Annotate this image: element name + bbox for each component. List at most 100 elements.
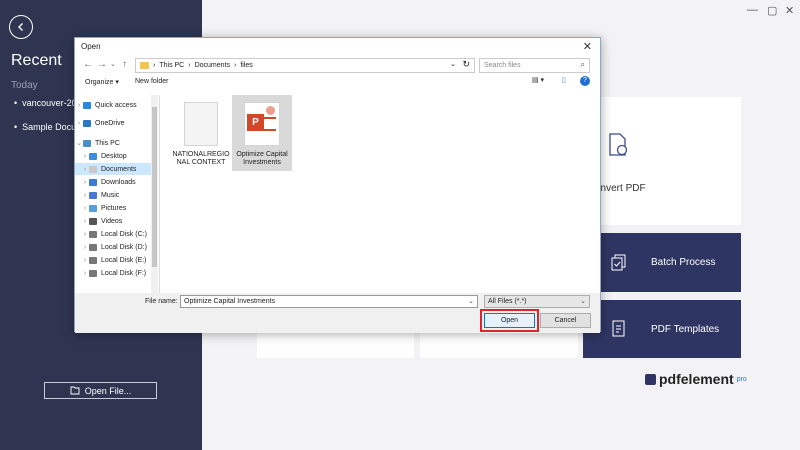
nav-this-pc[interactable]: ⌄ This PC [75,137,158,149]
view-options-icon[interactable]: ▤ ▾ [532,76,544,84]
minimize-button[interactable]: — [747,4,758,16]
convert-pdf-icon [609,133,628,156]
nav-downloads[interactable]: › Downloads [75,176,158,188]
preview-pane-icon[interactable]: ▯ [562,76,566,84]
pdf-templates-card[interactable]: PDF Templates [583,300,741,358]
recent-title: Recent [11,52,62,69]
quick-access-star-icon [83,101,91,109]
open-file-label: Open File... [84,385,132,396]
nav-desktop[interactable]: › Desktop [75,150,158,162]
pdf-templates-icon [612,320,625,337]
batch-process-card[interactable]: Batch Process [583,233,741,292]
back-nav-icon[interactable]: ← [83,59,93,70]
drive-icon [89,269,97,277]
pictures-icon [89,204,97,212]
videos-icon [89,217,97,225]
organize-button[interactable]: Organize ▾ [85,78,119,86]
search-icon: ⌕ [580,60,585,69]
file-item[interactable]: NATIONALREGIO NAL CONTEXT [171,95,231,171]
nav-local-disk-c[interactable]: › Local Disk (C:) [75,228,158,240]
breadcrumb-this-pc[interactable]: This PC [159,62,184,69]
file-list: NATIONALREGIO NAL CONTEXT P Optimize Cap… [163,95,591,293]
pdfelement-logo-icon [645,373,656,385]
open-button[interactable]: Open [484,313,535,328]
nav-quick-access[interactable]: › Quick access [75,99,158,111]
desktop-icon [89,152,97,160]
back-arrow-icon [18,23,23,31]
downloads-icon [89,178,97,186]
up-folder-icon[interactable]: ↑ [122,59,127,70]
recent-file-item[interactable]: vancouver-20 [14,98,77,108]
chevron-down-icon[interactable]: ⌄ [580,297,586,305]
cancel-button[interactable]: Cancel [540,313,591,328]
dialog-footer: File name: Optimize Capital Investments … [75,293,600,333]
back-button[interactable] [9,15,33,39]
logo-suffix: pro [736,375,747,383]
ppt-badge: P [247,114,264,131]
toolbar: Organize ▾ New folder ▤ ▾ ▯ ? [75,76,600,90]
breadcrumb-sep-icon: › [153,62,156,69]
drive-icon [89,256,97,264]
nav-documents[interactable]: › Documents [75,163,158,175]
new-folder-button[interactable]: New folder [135,78,168,85]
file-name: NAL CONTEXT [176,159,226,166]
chevron-down-icon[interactable]: ⌄ [468,297,474,305]
recent-file-item[interactable]: Sample Docu [14,122,76,132]
nav-pane-scrollbar[interactable] [151,95,158,293]
file-name: Investments [243,159,281,166]
breadcrumb-documents[interactable]: Documents [195,62,230,69]
nav-local-disk-e[interactable]: › Local Disk (E:) [75,254,158,266]
dialog-close-button[interactable]: ✕ [583,40,592,53]
dialog-title: Open [81,42,101,51]
address-bar[interactable]: › This PC › Documents › files ⌄ ↻ [135,58,475,73]
ppt-pie-icon [266,106,275,115]
open-file-button[interactable]: Open File... [44,382,157,399]
computer-icon [83,139,91,147]
file-name-value: Optimize Capital Investments [184,298,276,305]
window-close-button[interactable]: ✕ [785,4,794,17]
powerpoint-file-icon: P [244,102,280,146]
search-placeholder: Search files [484,62,521,69]
file-item-selected[interactable]: P Optimize Capital Investments [232,95,292,171]
music-icon [89,191,97,199]
logo-text: pdfelement [659,371,734,387]
pdfelement-logo: pdfelement pro [645,371,747,387]
file-type-select[interactable]: All Files (*.*) ⌄ [484,295,590,308]
ppt-lines-icon [264,117,276,131]
refresh-icon[interactable]: ↻ [462,59,470,70]
nav-videos[interactable]: › Videos [75,215,158,227]
restore-button[interactable]: ▢ [767,4,777,17]
scrollbar-thumb[interactable] [152,107,157,267]
nav-local-disk-d[interactable]: › Local Disk (D:) [75,241,158,253]
today-section-label: Today [11,80,38,91]
drive-icon [89,243,97,251]
nav-local-disk-f[interactable]: › Local Disk (F:) [75,267,158,279]
recent-locations-icon[interactable]: ⌄ [110,60,116,68]
navigation-row: ← → ⌄ ↑ › This PC › Documents › files ⌄ … [75,57,600,75]
nav-music[interactable]: › Music [75,189,158,201]
breadcrumb-sep-icon: › [188,62,191,69]
batch-process-icon [611,254,626,271]
nav-pictures[interactable]: › Pictures [75,202,158,214]
file-name: Optimize Capital [236,151,288,158]
breadcrumb-files[interactable]: files [240,62,252,69]
folder-icon [140,62,149,69]
convert-pdf-card[interactable]: onvert PDF [583,97,741,225]
cloud-icon [83,119,91,127]
file-type-value: All Files (*.*) [488,298,527,305]
nav-onedrive[interactable]: › OneDrive [75,117,158,129]
breadcrumb-sep-icon: › [234,62,237,69]
file-name-label: File name: [145,298,178,305]
address-dropdown-icon[interactable]: ⌄ [450,60,456,68]
pdf-templates-label: PDF Templates [651,323,720,335]
file-name-field[interactable]: Optimize Capital Investments ⌄ [180,295,478,308]
drive-icon [89,230,97,238]
help-icon[interactable]: ? [580,76,590,86]
navigation-pane: › Quick access › OneDrive ⌄ This PC › Deskto… [75,95,160,293]
document-file-icon [184,102,218,146]
forward-nav-icon[interactable]: → [97,59,107,70]
open-dialog: Open ✕ ← → ⌄ ↑ › This PC › Documents › f… [74,37,601,333]
search-input[interactable]: Search files ⌕ [479,58,590,73]
documents-icon [89,165,97,173]
file-name: NATIONALREGIO [172,151,230,158]
